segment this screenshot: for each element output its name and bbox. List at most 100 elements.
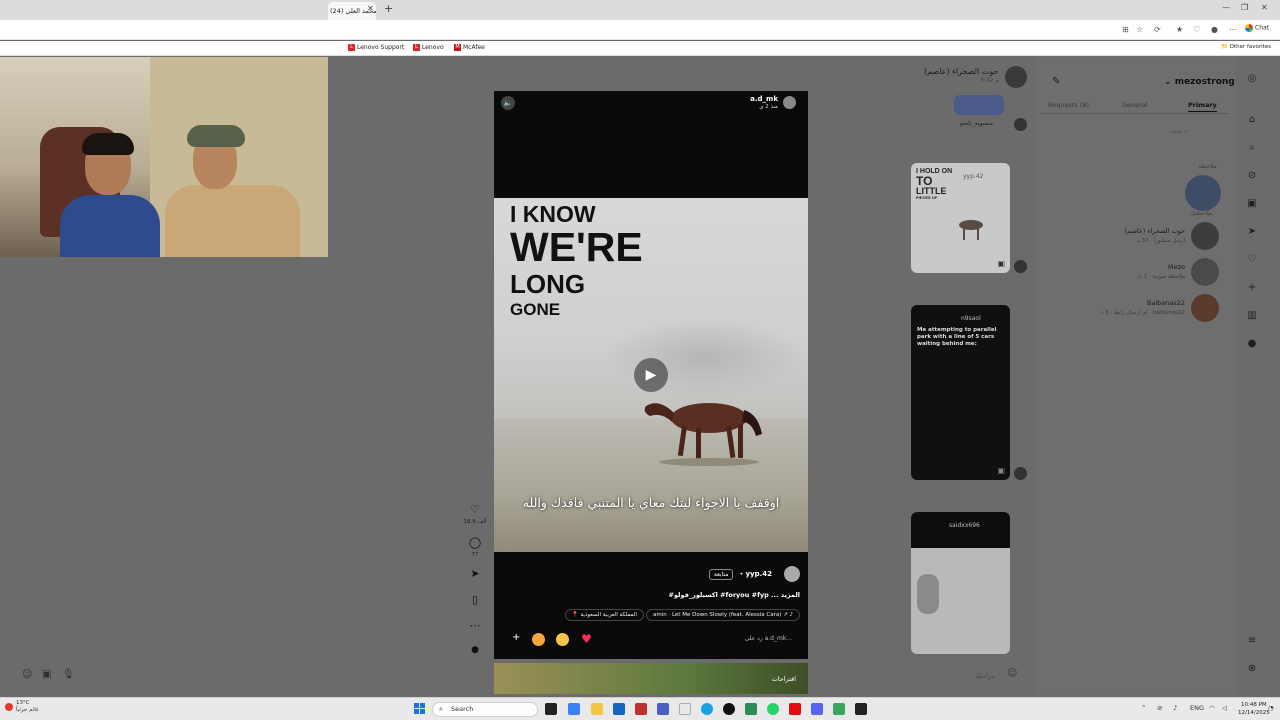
audio-avatar-icon[interactable]: ●: [463, 645, 487, 655]
comment-icon[interactable]: ◯: [463, 536, 487, 549]
edge-icon[interactable]: [701, 703, 713, 715]
app-icon[interactable]: [679, 703, 691, 715]
feed-card-1-user[interactable]: منسوبة_تامنو: [960, 120, 993, 127]
address-bar[interactable]: [0, 20, 1280, 40]
tab-requests[interactable]: Requests (8): [1048, 101, 1089, 109]
message-input[interactable]: مراسلة...: [975, 672, 1001, 680]
home-icon[interactable]: ⌂: [1244, 114, 1260, 125]
dm-row[interactable]: Mezo ملاحظة صوتية · 1 ث: [1040, 255, 1225, 289]
task-view-icon[interactable]: [545, 703, 557, 715]
emoji-icon[interactable]: ☺: [1007, 668, 1017, 679]
tray-mic-icon[interactable]: ♪: [1173, 704, 1177, 712]
bookmark-icon[interactable]: ▯: [463, 593, 487, 606]
emoji-laughing-icon[interactable]: [556, 633, 569, 646]
send-icon[interactable]: ➤: [463, 567, 487, 580]
tab-general[interactable]: General: [1122, 101, 1148, 109]
music-chip[interactable]: amin · Let Me Down Slowly (feat. Alessia…: [645, 609, 800, 621]
minimize-icon[interactable]: —: [1222, 3, 1230, 12]
chrome-icon[interactable]: [723, 703, 735, 715]
microphone-icon[interactable]: 🎙: [62, 669, 75, 680]
mute-icon[interactable]: 🔈: [501, 96, 515, 110]
tray-app-icon[interactable]: ⊘: [1157, 704, 1162, 712]
location-chip[interactable]: 📍 المملكة العربية السعودية: [564, 609, 644, 621]
follow-button[interactable]: متابعة: [708, 569, 734, 580]
search-icon[interactable]: ⌕: [1244, 142, 1260, 153]
mcafee-app-icon[interactable]: [635, 703, 647, 715]
favorites-icon[interactable]: ★: [1176, 25, 1183, 34]
tab-primary[interactable]: Primary: [1188, 101, 1217, 112]
dashboard-icon[interactable]: ▥: [1244, 310, 1260, 321]
emoji-surprised-icon[interactable]: [532, 633, 545, 646]
taskbar-search[interactable]: ⌕ Search: [432, 702, 538, 717]
wifi-icon[interactable]: ◠: [1209, 704, 1215, 712]
feed-header-name[interactable]: حوت الصحراء (عاصم): [924, 67, 998, 76]
reel-caption[interactable]: #اكسبلور_فولو #foryou #fyp ... المزيد: [669, 591, 800, 599]
tray-chevron-icon[interactable]: ⌃: [1141, 704, 1146, 712]
copilot-chat-button[interactable]: Chat: [1245, 24, 1269, 32]
bookmark-mcafee[interactable]: M McAfee: [454, 44, 485, 51]
store-icon[interactable]: [613, 703, 625, 715]
volume-icon[interactable]: ◁: [1222, 704, 1227, 712]
next-reel-preview[interactable]: اقتراحات: [494, 663, 808, 694]
refresh-icon[interactable]: ⟳: [1154, 25, 1161, 34]
reel-username[interactable]: a.d_mk: [750, 95, 778, 103]
sticker-icon[interactable]: ☺: [22, 669, 32, 680]
messages-icon[interactable]: ➤: [1244, 226, 1260, 237]
instagram-icon[interactable]: ◎: [1244, 73, 1260, 84]
reply-bar[interactable]: + ♥ رد على a.d_mk...: [508, 629, 798, 651]
more-icon[interactable]: ⋯: [463, 619, 487, 632]
heart-icon[interactable]: ♡: [463, 503, 487, 516]
taskbar-clock[interactable]: 10:48 PM 12/14/2025: [1238, 701, 1270, 717]
video-frame[interactable]: I KNOW WE'RE LONG GONE ▶ اوقفف يا الاجوا…: [494, 198, 808, 552]
dm-row[interactable]: Balbanas22 تم إرسال رابط · 3 د · balbana…: [1040, 291, 1225, 325]
poster-handle[interactable]: yyp.42: [745, 570, 772, 578]
terminal-icon[interactable]: [855, 703, 867, 715]
threads-icon[interactable]: ⊗: [1244, 663, 1260, 674]
bookmark-lenovo-support[interactable]: L Lenovo Support: [348, 44, 404, 51]
dm-search-input[interactable]: بحث ⌕: [1170, 127, 1188, 136]
language-indicator[interactable]: ENG: [1190, 704, 1204, 712]
weather-widget[interactable]: 13°C غائم جزئياً: [16, 700, 39, 714]
maximize-icon[interactable]: ❐: [1241, 3, 1248, 12]
add-reaction-icon[interactable]: +: [512, 632, 520, 643]
close-window-icon[interactable]: ✕: [1261, 3, 1268, 12]
explore-icon[interactable]: ⊘: [1244, 170, 1260, 181]
star-icon[interactable]: ☆: [1136, 25, 1143, 34]
emoji-heart-icon[interactable]: ♥: [580, 633, 593, 646]
reel-avatar[interactable]: [783, 96, 796, 109]
feed-card-3-avatar[interactable]: [1014, 467, 1027, 480]
bookmark-lenovo[interactable]: L Lenovo: [413, 44, 444, 51]
note-avatar[interactable]: [1185, 175, 1221, 211]
feed-card-2[interactable]: I HOLD ON TO LITTLE PIECES OF yyp.42 ▣: [911, 163, 1010, 273]
feed-card-1-avatar[interactable]: [1014, 118, 1027, 131]
reply-input[interactable]: رد على a.d_mk...: [745, 635, 792, 642]
reel-player[interactable]: 🔈 a.d_mk منذ 2 ي I KNOW WE'RE LONG GONE …: [494, 91, 808, 659]
compose-icon[interactable]: ✎: [1052, 76, 1060, 87]
tab-close-icon[interactable]: ✕: [367, 4, 374, 13]
xbox-icon[interactable]: [745, 703, 757, 715]
dm-account-name[interactable]: ⌄ mezostrong: [1164, 77, 1235, 87]
play-icon[interactable]: ▶: [634, 358, 668, 392]
settings-app-icon[interactable]: [657, 703, 669, 715]
new-tab-button[interactable]: +: [384, 2, 393, 15]
netflix-icon[interactable]: [789, 703, 801, 715]
app-icon[interactable]: [833, 703, 845, 715]
menu-dots-icon[interactable]: ⋯: [1229, 25, 1237, 34]
feed-card-3[interactable]: n9saol Me attempting to parallel park wi…: [911, 305, 1010, 480]
collections-icon[interactable]: ♡: [1193, 25, 1200, 34]
create-icon[interactable]: +: [1244, 282, 1260, 293]
windows-start-icon[interactable]: [414, 703, 426, 715]
extensions-icon[interactable]: ⊞: [1122, 25, 1129, 34]
reels-icon[interactable]: ▣: [1244, 198, 1260, 209]
discord-icon[interactable]: [811, 703, 823, 715]
file-explorer-icon[interactable]: [591, 703, 603, 715]
profile-avatar-icon[interactable]: ●: [1244, 338, 1260, 349]
other-favorites[interactable]: 📁 Other favorites: [1221, 44, 1271, 50]
image-icon[interactable]: ▣: [42, 669, 51, 680]
feed-card-4[interactable]: saidxx696: [911, 512, 1010, 654]
feed-card-1[interactable]: [954, 95, 1004, 115]
notifications-bell-icon[interactable]: ◔: [1268, 704, 1274, 712]
whatsapp-icon[interactable]: [767, 703, 779, 715]
dm-row[interactable]: حوت الصحراء (عاصم) أرسل منشوراً · 37 د: [1040, 219, 1225, 253]
poster-avatar[interactable]: [784, 566, 800, 582]
